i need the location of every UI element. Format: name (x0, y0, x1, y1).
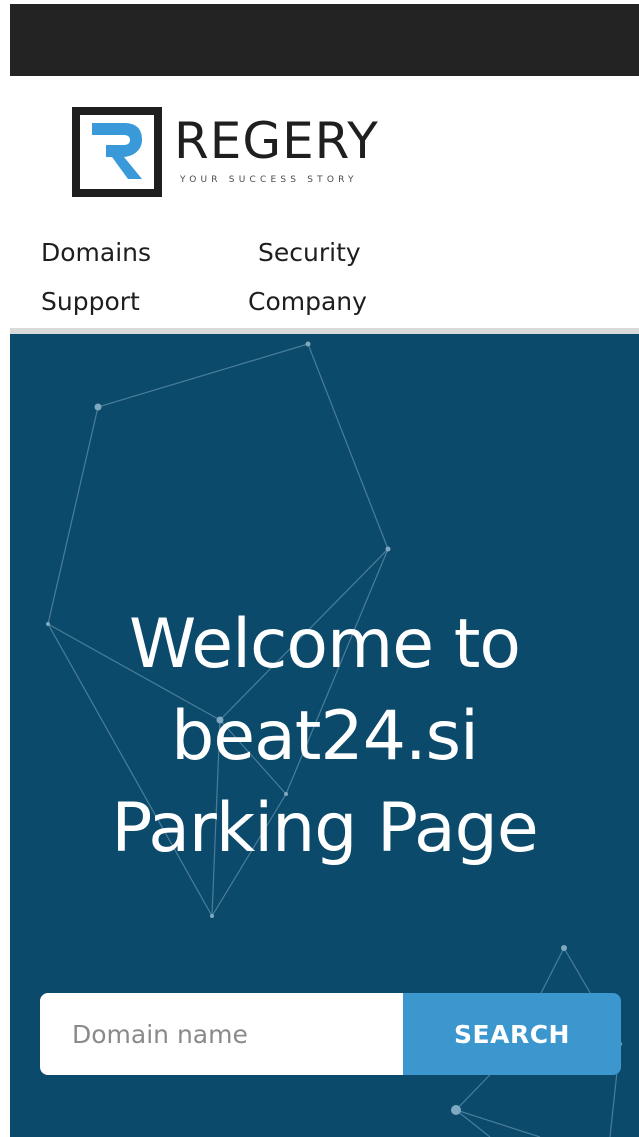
brand-name: REGERY (174, 112, 379, 170)
regery-logo-link[interactable]: REGERY YOUR SUCCESS STORY (72, 107, 412, 197)
hero-title-line-2: beat24.si (171, 697, 479, 776)
search-button[interactable]: SEARCH (403, 993, 621, 1075)
hero-title-line-1: Welcome to (129, 605, 521, 684)
site-header: REGERY YOUR SUCCESS STORY Domains Securi… (10, 76, 639, 328)
brand-tagline: YOUR SUCCESS STORY (180, 175, 358, 185)
top-bar (10, 4, 639, 76)
hero-title: Welcome to beat24.si Parking Page (10, 599, 639, 875)
nav-item-domains[interactable]: Domains (41, 238, 151, 268)
nav-item-security[interactable]: Security (258, 238, 361, 268)
nav-item-support[interactable]: Support (41, 287, 140, 317)
hero-section: Welcome to beat24.si Parking Page SEARCH (10, 334, 639, 1137)
domain-search-input[interactable] (40, 993, 403, 1075)
nav-item-company[interactable]: Company (248, 287, 367, 317)
regery-r-logo-icon (72, 107, 162, 197)
domain-search-form: SEARCH (40, 993, 621, 1075)
page: REGERY YOUR SUCCESS STORY Domains Securi… (0, 0, 639, 1137)
hero-title-line-3: Parking Page (111, 789, 538, 868)
